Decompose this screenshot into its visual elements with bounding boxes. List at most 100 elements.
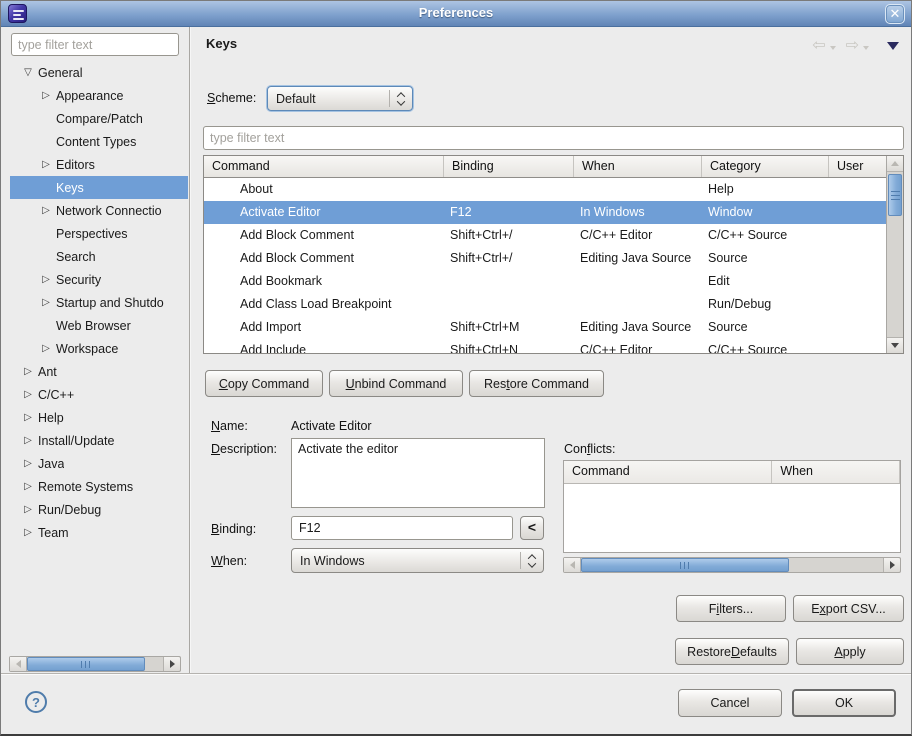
- sidebar-item-ant[interactable]: ▷Ant: [10, 360, 188, 383]
- sidebar-item-editors[interactable]: ▷Editors: [10, 153, 188, 176]
- column-header-command[interactable]: Command: [204, 156, 444, 177]
- back-history-chevron-icon[interactable]: [830, 46, 836, 50]
- command-filter-input[interactable]: [203, 126, 904, 150]
- sidebar-item-search[interactable]: Search: [10, 245, 188, 268]
- back-arrow-icon[interactable]: ⇦: [812, 39, 825, 53]
- key-table-cell: [829, 339, 886, 353]
- sidebar-item-c-c-[interactable]: ▷C/C++: [10, 383, 188, 406]
- binding-backspace-button[interactable]: <: [520, 516, 544, 540]
- scroll-left-icon[interactable]: [564, 558, 581, 572]
- scroll-down-icon[interactable]: [887, 337, 903, 353]
- expand-arrow-icon[interactable]: ▷: [20, 389, 36, 400]
- key-table-cell: Activate Editor: [204, 201, 444, 224]
- sidebar-item-install-update[interactable]: ▷Install/Update: [10, 429, 188, 452]
- description-field[interactable]: Activate the editor: [291, 438, 545, 508]
- key-table-cell: [829, 316, 886, 339]
- filters-button[interactable]: Filters...: [676, 595, 786, 622]
- sidebar-item-network-connectio[interactable]: ▷Network Connectio: [10, 199, 188, 222]
- conflicts-horizontal-scrollbar[interactable]: [563, 557, 901, 573]
- key-table-vertical-scrollbar[interactable]: [886, 156, 903, 353]
- sidebar-item-label: Search: [54, 250, 96, 264]
- sidebar-item-keys[interactable]: Keys: [10, 176, 188, 199]
- collapse-arrow-icon[interactable]: ▽: [20, 67, 36, 78]
- when-select[interactable]: In Windows: [291, 548, 544, 573]
- name-label: Name:: [211, 419, 248, 433]
- sidebar-item-workspace[interactable]: ▷Workspace: [10, 337, 188, 360]
- apply-button[interactable]: Apply: [796, 638, 904, 665]
- key-table-row[interactable]: Activate EditorF12In WindowsWindow: [204, 201, 886, 224]
- key-table-cell: F12: [444, 201, 574, 224]
- key-table-row[interactable]: Add IncludeShift+Ctrl+NC/C++ EditorC/C++…: [204, 339, 886, 353]
- sidebar-item-team[interactable]: ▷Team: [10, 521, 188, 544]
- sidebar-item-label: Network Connectio: [54, 204, 162, 218]
- expand-arrow-icon[interactable]: ▷: [38, 159, 54, 170]
- conflicts-column-header-when[interactable]: When: [772, 461, 900, 483]
- sidebar-item-appearance[interactable]: ▷Appearance: [10, 84, 188, 107]
- scroll-left-icon[interactable]: [10, 657, 27, 671]
- panel-divider-highlight: [190, 27, 191, 674]
- sidebar-item-help[interactable]: ▷Help: [10, 406, 188, 429]
- ok-button[interactable]: OK: [792, 689, 896, 717]
- sidebar-item-java[interactable]: ▷Java: [10, 452, 188, 475]
- sidebar-item-remote-systems[interactable]: ▷Remote Systems: [10, 475, 188, 498]
- expand-arrow-icon[interactable]: ▷: [38, 205, 54, 216]
- scroll-right-icon[interactable]: [163, 657, 180, 671]
- sidebar-item-general[interactable]: ▽General: [10, 61, 188, 84]
- unbind-command-button[interactable]: Unbind Command: [329, 370, 463, 397]
- sidebar-item-compare-patch[interactable]: Compare/Patch: [10, 107, 188, 130]
- expand-arrow-icon[interactable]: ▷: [20, 412, 36, 423]
- column-header-when[interactable]: When: [574, 156, 702, 177]
- expand-arrow-icon[interactable]: ▷: [20, 366, 36, 377]
- binding-field[interactable]: [291, 516, 513, 540]
- forward-history-chevron-icon[interactable]: [863, 46, 869, 50]
- expand-arrow-icon[interactable]: ▷: [20, 458, 36, 469]
- scheme-select[interactable]: Default: [267, 86, 413, 111]
- key-table-cell: [444, 178, 574, 201]
- conflicts-table: CommandWhen: [563, 460, 901, 553]
- scrollbar-thumb[interactable]: [27, 657, 145, 671]
- expand-arrow-icon[interactable]: ▷: [20, 527, 36, 538]
- expand-arrow-icon[interactable]: ▷: [38, 274, 54, 285]
- titlebar[interactable]: Preferences ✕: [1, 1, 911, 27]
- scrollbar-thumb[interactable]: [888, 174, 902, 216]
- key-table-row[interactable]: Add BookmarkEdit: [204, 270, 886, 293]
- expand-arrow-icon[interactable]: ▷: [20, 435, 36, 446]
- key-table-row[interactable]: Add Block CommentShift+Ctrl+/Editing Jav…: [204, 247, 886, 270]
- sidebar-item-startup-and-shutdo[interactable]: ▷Startup and Shutdo: [10, 291, 188, 314]
- sidebar-item-security[interactable]: ▷Security: [10, 268, 188, 291]
- sidebar-horizontal-scrollbar[interactable]: [9, 656, 181, 672]
- column-header-binding[interactable]: Binding: [444, 156, 574, 177]
- key-table-row[interactable]: Add ImportShift+Ctrl+MEditing Java Sourc…: [204, 316, 886, 339]
- cancel-button[interactable]: Cancel: [678, 689, 782, 717]
- scroll-up-icon[interactable]: [887, 156, 903, 172]
- conflicts-column-header-command[interactable]: Command: [564, 461, 772, 483]
- restore-command-button[interactable]: Restore Command: [469, 370, 604, 397]
- sidebar-item-web-browser[interactable]: Web Browser: [10, 314, 188, 337]
- scrollbar-thumb[interactable]: [581, 558, 789, 572]
- expand-arrow-icon[interactable]: ▷: [20, 504, 36, 515]
- key-table-row[interactable]: Add Block CommentShift+Ctrl+/C/C++ Edito…: [204, 224, 886, 247]
- sidebar-item-run-debug[interactable]: ▷Run/Debug: [10, 498, 188, 521]
- scrollbar-track[interactable]: [789, 558, 883, 572]
- sidebar-item-content-types[interactable]: Content Types: [10, 130, 188, 153]
- view-menu-icon[interactable]: [887, 42, 899, 50]
- expand-arrow-icon[interactable]: ▷: [38, 343, 54, 354]
- close-icon[interactable]: ✕: [885, 4, 905, 24]
- expand-arrow-icon[interactable]: ▷: [20, 481, 36, 492]
- help-icon[interactable]: ?: [25, 691, 47, 713]
- when-selected-value: In Windows: [292, 554, 520, 568]
- column-header-category[interactable]: Category: [702, 156, 829, 177]
- forward-arrow-icon[interactable]: ⇨: [846, 39, 859, 53]
- key-table-row[interactable]: AboutHelp: [204, 178, 886, 201]
- restore-defaults-button[interactable]: Restore Defaults: [675, 638, 789, 665]
- expand-arrow-icon[interactable]: ▷: [38, 90, 54, 101]
- sidebar-item-perspectives[interactable]: Perspectives: [10, 222, 188, 245]
- scrollbar-track[interactable]: [145, 657, 163, 671]
- expand-arrow-icon[interactable]: ▷: [38, 297, 54, 308]
- key-table-row[interactable]: Add Class Load BreakpointRun/Debug: [204, 293, 886, 316]
- scroll-right-icon[interactable]: [883, 558, 900, 572]
- sidebar-filter-input[interactable]: [11, 33, 179, 56]
- copy-command-button[interactable]: Copy Command: [205, 370, 323, 397]
- export-csv-button[interactable]: Export CSV...: [793, 595, 904, 622]
- key-table-cell: Source: [702, 247, 829, 270]
